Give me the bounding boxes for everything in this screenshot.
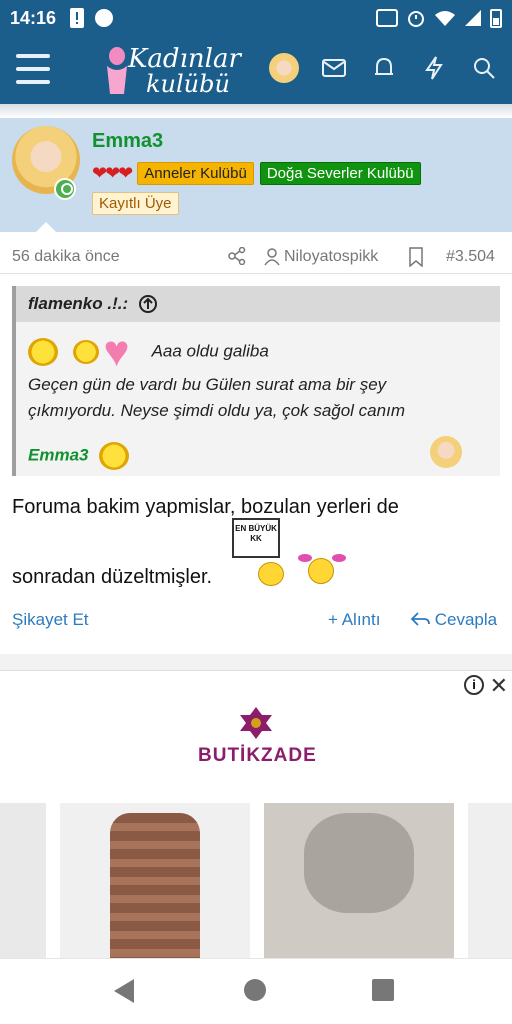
top-app-bar: Kadınlar kulübü: [0, 36, 512, 104]
wink-smiley-icon: [72, 340, 99, 364]
status-bar: 14:16: [0, 0, 512, 36]
post-body: Foruma bakim yapmislar, bozulan yerleri …: [12, 490, 502, 588]
party-smiley-icon: [99, 442, 130, 470]
reply-button[interactable]: Cevapla: [410, 610, 497, 630]
post-time[interactable]: 56 dakika önce: [12, 248, 120, 266]
bell-icon[interactable]: [368, 52, 400, 84]
badge-anneler[interactable]: Anneler Kulübü: [137, 162, 254, 185]
quote-body: ♥ Aaa oldu galiba Geçen gün de vardı bu …: [16, 322, 500, 468]
menu-icon[interactable]: [16, 54, 50, 84]
hearts-icon: ❤❤❤: [92, 163, 133, 183]
battery-icon: [490, 9, 502, 28]
cheerleader-smiley-icon: [298, 554, 350, 586]
quote-line3: çıkmıyordu. Neyse şimdi oldu ya, çok sağ…: [28, 401, 405, 420]
share-icon[interactable]: [228, 247, 246, 265]
profile-avatar[interactable]: [268, 52, 300, 84]
quote-signature-text: Emma3: [28, 445, 89, 465]
post-number[interactable]: #3.504: [446, 248, 495, 266]
badge-doga[interactable]: Doğa Severler Kulübü: [259, 162, 421, 185]
pink-heart-icon: ♥: [103, 327, 130, 376]
author-caret: [34, 222, 58, 234]
brand-logo-icon: [240, 707, 272, 739]
product-image-1[interactable]: [0, 803, 46, 961]
quote-block: flamenko .!.: ♥ Aaa oldu galiba Geçen gü…: [12, 286, 500, 476]
search-icon[interactable]: [468, 52, 500, 84]
brand-name: BUTİKZADE: [198, 745, 317, 766]
site-logo[interactable]: Kadınlar kulübü: [102, 42, 242, 100]
post-user-link[interactable]: Niloyatospikk: [264, 248, 378, 266]
reply-label: Cevapla: [434, 610, 498, 629]
signal-icon: [465, 10, 481, 26]
nav-back-icon[interactable]: [114, 979, 134, 1003]
post-meta-row: 56 dakika önce Niloyatospikk #3.504: [0, 238, 512, 274]
product-image-2[interactable]: [60, 803, 250, 961]
sign-smiley-icon: EN BÜYÜK KK: [230, 518, 290, 586]
author-badges: ❤❤❤ Anneler Kulübü Doğa Severler Kulübü: [92, 162, 421, 185]
mail-icon[interactable]: [318, 52, 350, 84]
cheering-smiley-icon: [28, 338, 58, 366]
quote-line1: Aaa oldu galiba: [151, 341, 269, 361]
quote-author: flamenko .!.:: [28, 294, 129, 313]
ad-banner[interactable]: i ✕ BUTİKZADE: [0, 670, 512, 961]
product-image-3[interactable]: [264, 803, 454, 961]
quote-signature: Emma3: [28, 442, 130, 470]
section-divider: [0, 654, 512, 670]
wifi-icon: [435, 11, 455, 26]
quote-line2: Geçen gün de vardı bu Gülen surat ama bi…: [28, 375, 387, 394]
quote-header[interactable]: flamenko .!.:: [16, 286, 500, 322]
angry-face-icon: [258, 562, 284, 586]
author-username[interactable]: Emma3: [92, 130, 163, 153]
alarm-icon: [408, 11, 424, 27]
post-user-name: Niloyatospikk: [284, 248, 379, 265]
warning-icon: [70, 8, 85, 28]
logo-text-line2: kulübü: [146, 70, 230, 98]
report-button[interactable]: Şikayet Et: [12, 610, 89, 630]
member-badge: Kayıtlı Üye: [92, 192, 179, 215]
post-text-line2: sonradan düzeltmişler.: [12, 566, 213, 588]
quote-avatar: [430, 436, 462, 468]
nav-recents-icon[interactable]: [372, 979, 394, 1001]
sign-board-text: EN BÜYÜK KK: [232, 518, 280, 558]
bolt-icon[interactable]: [418, 52, 450, 84]
user-icon: [264, 248, 280, 266]
nav-home-icon[interactable]: [244, 979, 266, 1001]
bookmark-icon[interactable]: [408, 247, 424, 267]
header-shadow: [0, 104, 512, 118]
circle-icon: [95, 9, 114, 27]
online-status-icon: [54, 178, 76, 200]
ad-info-icon[interactable]: i: [464, 675, 484, 695]
quote-button[interactable]: + Alıntı: [328, 610, 380, 630]
arrow-up-circle-icon[interactable]: [138, 294, 158, 314]
status-time: 14:16: [10, 7, 57, 28]
post-actions: Şikayet Et + Alıntı Cevapla: [0, 602, 512, 638]
volte-icon: [376, 9, 398, 27]
system-nav-bar: [0, 958, 512, 1024]
reply-icon: [410, 612, 430, 626]
post-author-header: Emma3 ❤❤❤ Anneler Kulübü Doğa Severler K…: [0, 118, 512, 232]
ad-close-icon[interactable]: ✕: [490, 673, 508, 699]
product-image-4[interactable]: [468, 803, 512, 961]
